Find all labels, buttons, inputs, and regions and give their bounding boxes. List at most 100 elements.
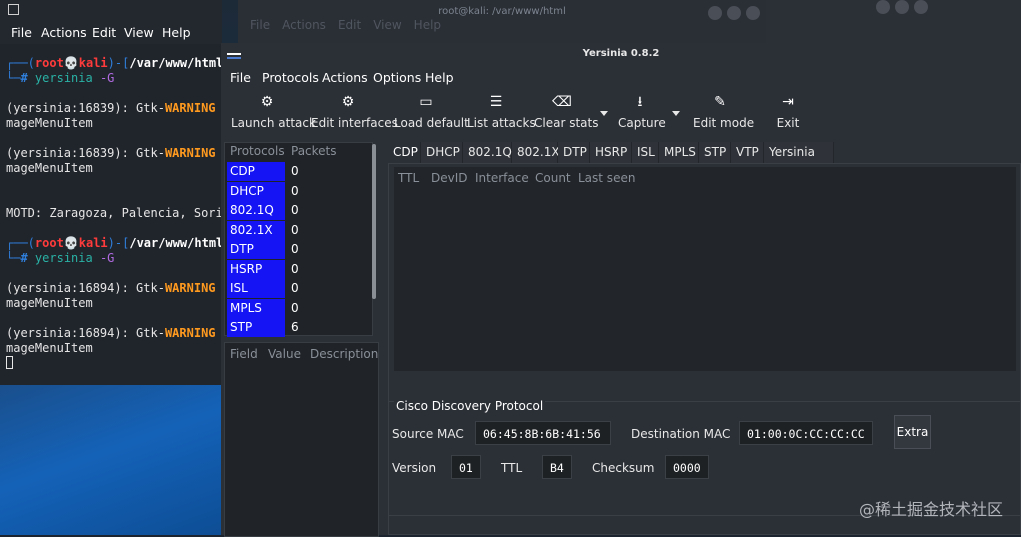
col-count[interactable]: Count bbox=[535, 171, 571, 185]
terminal-menu-view[interactable]: View bbox=[124, 25, 154, 40]
packet-count: 0 bbox=[291, 281, 299, 295]
fields-table: Field Value Description bbox=[224, 342, 379, 537]
capture-button[interactable]: ⭳ Capture bbox=[618, 91, 666, 139]
protocol-row-hsrp[interactable]: HSRP bbox=[227, 259, 285, 279]
description-header[interactable]: Description bbox=[310, 347, 378, 363]
menu-actions[interactable]: Actions bbox=[322, 70, 368, 85]
edit-mode-label: Edit mode bbox=[693, 116, 755, 130]
tab-802-1x[interactable]: 802.1X bbox=[512, 142, 560, 163]
destination-mac-field[interactable]: 01:00:0C:CC:CC:CC bbox=[739, 421, 873, 445]
close-button[interactable] bbox=[914, 0, 928, 14]
protocol-row-dhcp[interactable]: DHCP bbox=[227, 181, 285, 201]
cdp-table[interactable]: TTL DevID Interface Count Last seen bbox=[394, 167, 1016, 371]
menu-file[interactable]: File bbox=[230, 70, 251, 85]
terminal-titlebar bbox=[0, 0, 222, 22]
extra-button[interactable]: Extra bbox=[894, 415, 931, 449]
yersinia-window[interactable]: Yersinia 0.8.2 File Protocols Actions Op… bbox=[221, 43, 1021, 537]
col-devid[interactable]: DevID bbox=[431, 171, 468, 185]
tab-yersinia-log[interactable]: Yersinia log bbox=[764, 142, 834, 180]
capture-dropdown-icon[interactable] bbox=[672, 111, 680, 116]
close-button[interactable] bbox=[746, 6, 760, 20]
menu-options[interactable]: Options bbox=[373, 70, 421, 85]
tab-cdp[interactable]: CDP bbox=[388, 142, 421, 163]
terminal-menu-file[interactable]: File bbox=[11, 25, 32, 40]
terminal-menu-edit[interactable]: Edit bbox=[92, 25, 116, 40]
list-attacks-icon: ☰ bbox=[489, 94, 503, 110]
tab-stp[interactable]: STP bbox=[699, 142, 731, 163]
terminal-cursor bbox=[6, 356, 13, 373]
background-terminal-window[interactable]: root@kali: /var/www/html File Actions Edit… bbox=[238, 0, 766, 44]
terminal-text-line: mageMenuItem bbox=[6, 161, 93, 175]
bg-menu-file[interactable]: File bbox=[250, 18, 270, 32]
load-default-button[interactable]: ▭ Load default bbox=[394, 91, 469, 139]
clear-stats-dropdown-icon[interactable] bbox=[600, 111, 608, 116]
terminal-window[interactable]: File Actions Edit View Help ┌──(root💀kal… bbox=[0, 0, 237, 385]
minimize-button[interactable] bbox=[876, 0, 890, 14]
terminal-command-line: └─# yersinia -G bbox=[6, 251, 115, 265]
launch-attack-button[interactable]: ⚙ Launch attack bbox=[231, 91, 316, 139]
terminal-warning-line: (yersinia:16894): Gtk-WARNING ** bbox=[6, 281, 237, 295]
toolbar: ⚙ Launch attack ⚙ Edit interfaces ▭ Load de… bbox=[221, 91, 1021, 139]
field-header[interactable]: Field bbox=[230, 347, 258, 363]
ttl-field[interactable]: B4 bbox=[542, 455, 572, 479]
tab-vtp[interactable]: VTP bbox=[731, 142, 764, 163]
edit-mode-button[interactable]: ✎ Edit mode bbox=[693, 91, 755, 139]
protocols-header[interactable]: Protocols bbox=[230, 144, 285, 160]
protocol-row-cdp[interactable]: CDP bbox=[227, 162, 285, 181]
tab-mpls[interactable]: MPLS bbox=[659, 142, 699, 163]
bg-menu-actions[interactable]: Actions bbox=[282, 18, 326, 32]
terminal-icon bbox=[8, 4, 19, 15]
maximize-button[interactable] bbox=[895, 0, 909, 14]
tab-dtp[interactable]: DTP bbox=[558, 142, 590, 163]
col-last-seen[interactable]: Last seen bbox=[578, 171, 635, 185]
cdp-fields-group: Cisco Discovery Protocol Source MAC 06:4… bbox=[389, 399, 1020, 509]
packets-header[interactable]: Packets bbox=[291, 144, 337, 160]
edit-interfaces-button[interactable]: ⚙ Edit interfaces bbox=[311, 91, 398, 139]
menu-protocols[interactable]: Protocols bbox=[262, 70, 319, 85]
protocols-scrollbar[interactable] bbox=[371, 142, 377, 334]
protocol-row-dtp[interactable]: DTP bbox=[227, 240, 285, 259]
packet-count: 0 bbox=[291, 261, 299, 276]
clear-stats-button[interactable]: ⌫ Clear stats bbox=[534, 91, 598, 139]
version-field[interactable]: 01 bbox=[451, 455, 481, 479]
protocol-row-mpls[interactable]: MPLS bbox=[227, 298, 285, 318]
bg-menu-help[interactable]: Help bbox=[414, 18, 441, 32]
value-header[interactable]: Value bbox=[268, 347, 301, 363]
list-attacks-label: List attacks bbox=[467, 116, 536, 130]
yersinia-titlebar: Yersinia 0.8.2 bbox=[221, 43, 1021, 66]
yersinia-menubar: File Protocols Actions Options Help bbox=[221, 67, 1021, 89]
terminal-menu-actions[interactable]: Actions bbox=[41, 25, 87, 40]
packet-count: 0 bbox=[291, 203, 299, 217]
source-mac-label: Source MAC bbox=[392, 427, 464, 441]
maximize-button[interactable] bbox=[727, 6, 741, 20]
minimize-button[interactable] bbox=[708, 6, 722, 20]
tab-802-1q[interactable]: 802.1Q bbox=[463, 142, 512, 163]
protocol-row-8021q[interactable]: 802.1Q bbox=[227, 201, 285, 220]
edit-mode-icon: ✎ bbox=[714, 94, 726, 110]
protocol-row-8021x[interactable]: 802.1X bbox=[227, 220, 285, 240]
exit-icon: ⇥ bbox=[782, 94, 794, 110]
background-window-menu: File Actions Edit View Help bbox=[250, 18, 453, 32]
menu-help[interactable]: Help bbox=[425, 70, 454, 85]
source-mac-field[interactable]: 06:45:8B:6B:41:56 bbox=[475, 421, 611, 445]
terminal-menu-help[interactable]: Help bbox=[162, 25, 191, 40]
exit-button[interactable]: ⇥ Exit bbox=[774, 91, 802, 139]
tab-hsrp[interactable]: HSRP bbox=[590, 142, 632, 163]
scrollbar-thumb[interactable] bbox=[372, 144, 376, 299]
launch-attack-label: Launch attack bbox=[231, 116, 316, 130]
window-title: Yersinia 0.8.2 bbox=[582, 48, 660, 59]
protocol-row-isl[interactable]: ISL bbox=[227, 279, 285, 298]
list-attacks-button[interactable]: ☰ List attacks bbox=[467, 91, 536, 139]
bg-menu-edit[interactable]: Edit bbox=[338, 18, 361, 32]
background-window-2[interactable] bbox=[766, 0, 1021, 44]
col-interface[interactable]: Interface bbox=[475, 171, 529, 185]
col-ttl[interactable]: TTL bbox=[398, 171, 419, 185]
bg-menu-view[interactable]: View bbox=[373, 18, 401, 32]
checksum-field[interactable]: 0000 bbox=[665, 455, 709, 479]
capture-icon: ⭳ bbox=[637, 94, 643, 110]
tab-content: TTL DevID Interface Count Last seen Cisc… bbox=[388, 163, 1021, 535]
tab-isl[interactable]: ISL bbox=[632, 142, 659, 163]
protocol-row-stp[interactable]: STP bbox=[227, 318, 285, 337]
protocols-list: Protocols Packets CDP 0 DHCP 0 802.1Q 0 802.1X… bbox=[224, 142, 373, 337]
tab-dhcp[interactable]: DHCP bbox=[421, 142, 463, 163]
